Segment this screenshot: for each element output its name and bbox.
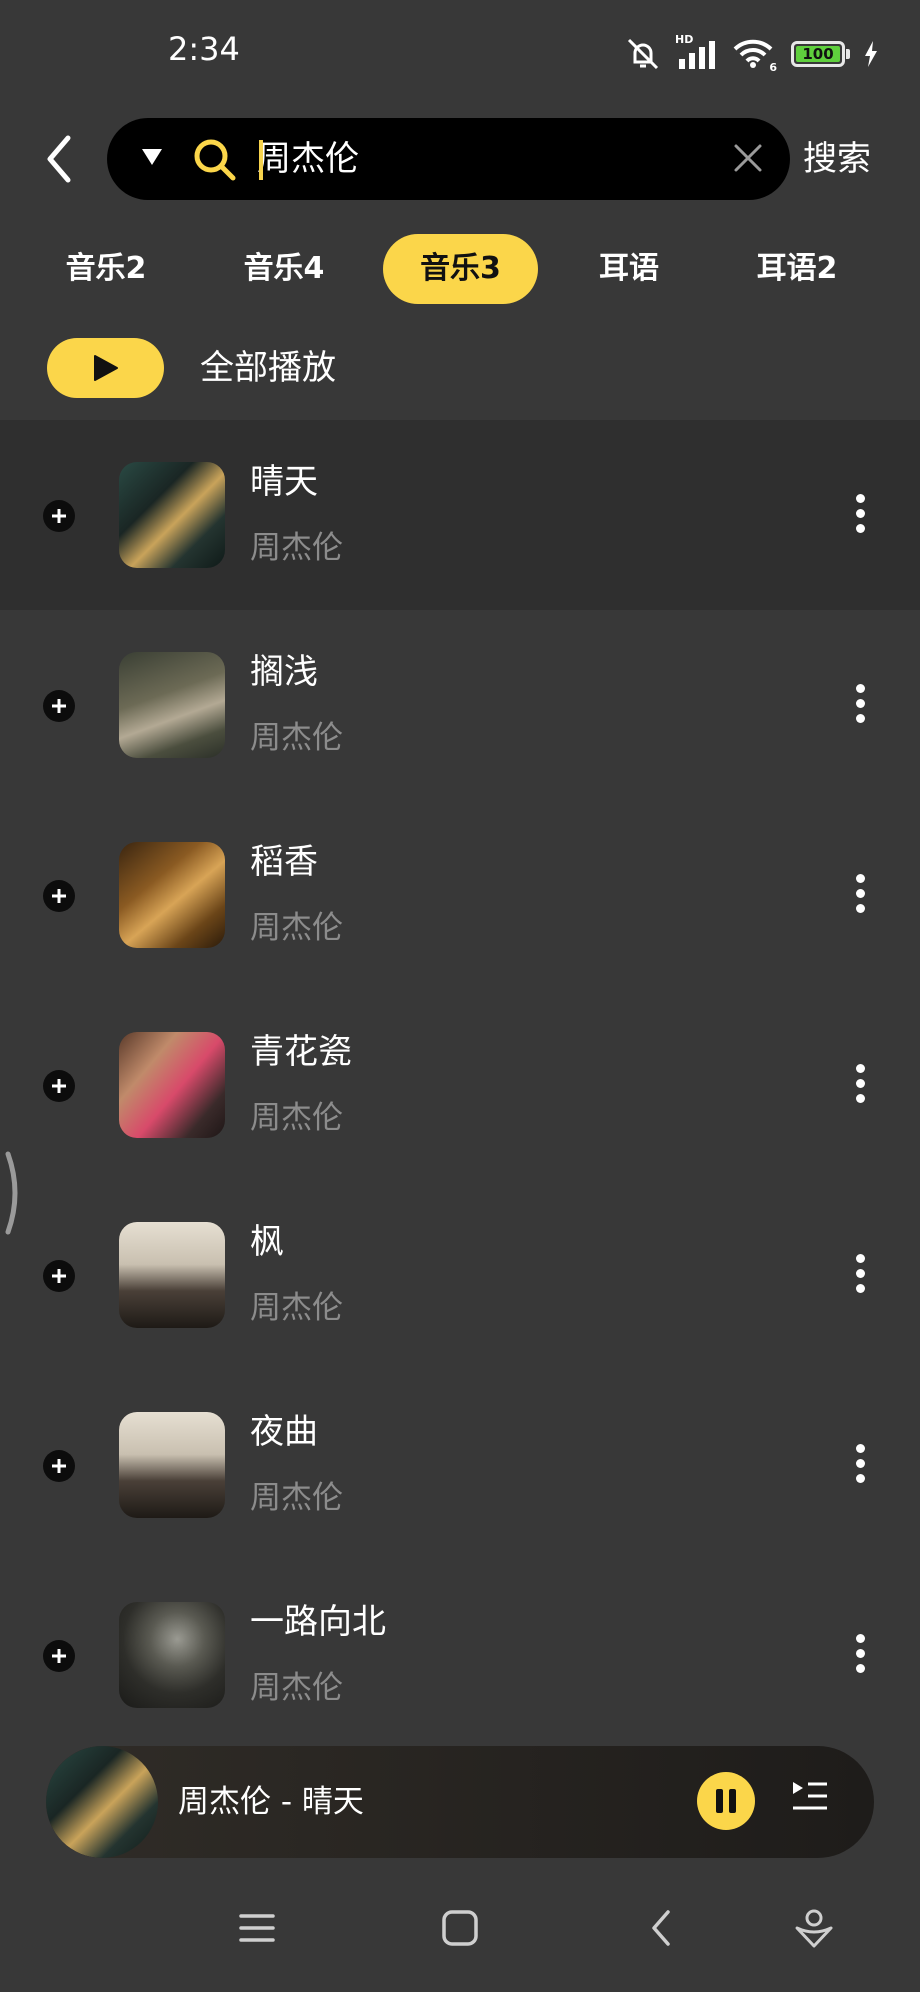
song-row[interactable]: 一路向北 周杰伦 [0,1560,920,1750]
song-title: 搁浅 [250,652,318,692]
nav-back-icon[interactable] [646,1908,676,1948]
song-title: 夜曲 [250,1412,318,1452]
tab-music4[interactable]: 音乐4 [222,234,346,304]
song-title: 稻香 [250,842,318,882]
song-artist: 周杰伦 [250,910,343,946]
play-all-label[interactable]: 全部播放 [200,340,336,396]
song-artist: 周杰伦 [250,1670,343,1706]
album-cover [119,1222,225,1328]
search-row: 周杰伦 搜索 [0,118,920,200]
dropdown-triangle-icon[interactable] [141,148,163,166]
add-icon[interactable] [43,1450,75,1482]
more-options-icon[interactable] [850,872,870,916]
more-options-icon[interactable] [850,1632,870,1676]
add-icon[interactable] [43,1640,75,1672]
add-icon[interactable] [43,690,75,722]
home-icon[interactable] [440,1908,480,1948]
status-bar: 2:34 HD 6 100 [0,0,920,110]
back-button[interactable] [38,130,86,188]
search-input[interactable]: 周杰伦 [257,132,677,186]
tab-whisper2[interactable]: 耳语2 [735,234,859,304]
song-artist: 周杰伦 [250,1480,343,1516]
playlist-queue-icon[interactable] [790,1776,830,1816]
song-row[interactable]: 晴天 周杰伦 [0,420,920,610]
search-button[interactable]: 搜索 [803,132,871,186]
now-playing-cover[interactable] [46,1746,158,1858]
album-cover [119,1032,225,1138]
play-all-button[interactable] [47,338,164,398]
more-options-icon[interactable] [850,1062,870,1106]
song-row[interactable]: 稻香 周杰伦 [0,800,920,990]
song-artist: 周杰伦 [250,530,343,566]
album-cover [119,1412,225,1518]
assistant-icon[interactable] [794,1908,834,1950]
song-row[interactable]: 搁浅 周杰伦 [0,610,920,800]
album-cover [119,462,225,568]
song-artist: 周杰伦 [250,1290,343,1326]
add-icon[interactable] [43,1260,75,1292]
category-tabs: 音乐2 音乐4 音乐3 耳语 耳语2 [0,234,920,304]
song-title: 青花瓷 [250,1032,352,1072]
song-row[interactable]: 夜曲 周杰伦 [0,1370,920,1560]
status-icons: HD 6 100 [625,33,878,74]
pause-button[interactable] [697,1772,755,1830]
battery-level: 100 [796,46,840,62]
album-cover [119,1602,225,1708]
back-arrow-icon [47,135,71,183]
add-icon[interactable] [43,1070,75,1102]
system-nav-bar [0,1874,920,1992]
song-title: 枫 [250,1222,284,1262]
song-artist: 周杰伦 [250,720,343,756]
song-row[interactable]: 枫 周杰伦 [0,1180,920,1370]
album-cover [119,652,225,758]
tab-music2[interactable]: 音乐2 [44,234,168,304]
charging-icon [865,41,877,67]
song-title: 晴天 [250,462,318,502]
more-options-icon[interactable] [850,492,870,536]
tab-whisper[interactable]: 耳语 [577,234,681,304]
side-swipe-handle[interactable] [4,1150,24,1236]
mute-bell-icon [627,38,659,70]
play-icon [94,355,118,381]
search-icon [194,139,236,181]
song-title: 一路向北 [250,1602,386,1642]
add-icon[interactable] [43,500,75,532]
status-time: 2:34 [168,30,240,68]
battery-icon: 100 [791,41,850,67]
search-box[interactable]: 周杰伦 [107,118,790,200]
menu-icon[interactable] [238,1908,276,1948]
add-icon[interactable] [43,880,75,912]
song-artist: 周杰伦 [250,1100,343,1136]
more-options-icon[interactable] [850,1252,870,1296]
clear-icon[interactable] [732,142,764,174]
wifi-badge: 6 [769,61,777,74]
now-playing-text[interactable]: 周杰伦 - 晴天 [178,1776,364,1828]
wifi-icon: 6 [733,38,777,74]
signal-icon: HD [675,33,719,69]
tab-music3[interactable]: 音乐3 [383,234,538,304]
text-cursor [259,140,263,180]
more-options-icon[interactable] [850,1442,870,1486]
album-cover [119,842,225,948]
now-playing-bar[interactable]: 周杰伦 - 晴天 [46,1746,874,1858]
song-row[interactable]: 青花瓷 周杰伦 [0,990,920,1180]
more-options-icon[interactable] [850,682,870,726]
